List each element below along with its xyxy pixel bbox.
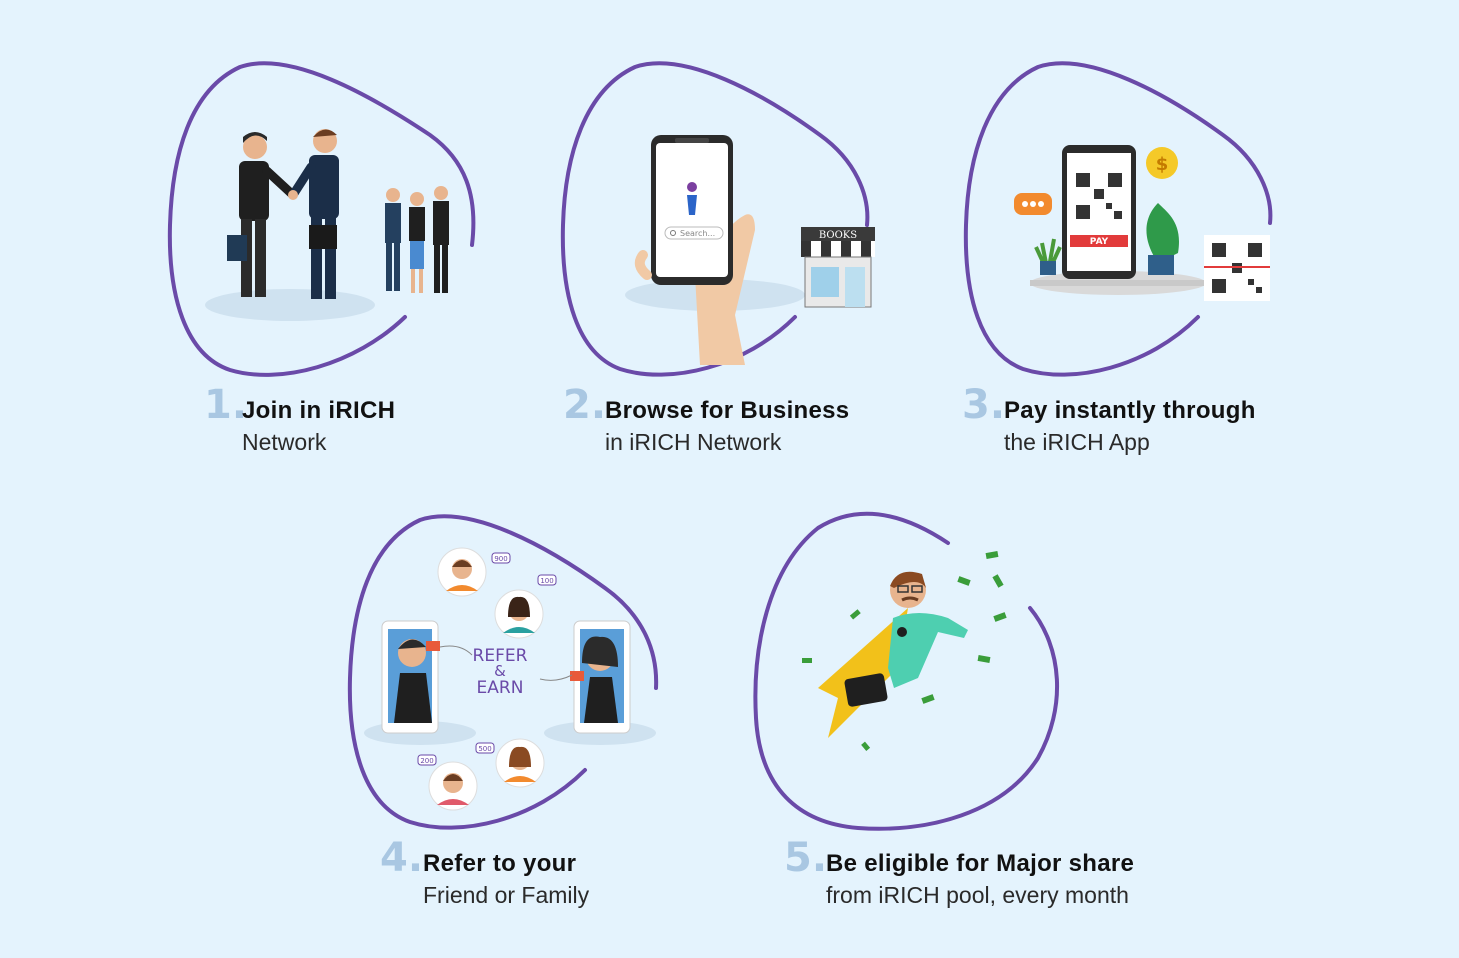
step-subtitle: the iRICH App (1004, 429, 1150, 455)
points-badge: 900 (494, 555, 507, 563)
step-subtitle: from iRICH pool, every month (826, 882, 1129, 908)
superhero-money-illustration (802, 551, 1007, 751)
step-title: Browse for Business (605, 397, 850, 424)
step-number: 4. (380, 835, 424, 881)
step-subtitle: Network (242, 429, 327, 455)
pay-label: PAY (1090, 237, 1109, 247)
points-badge: 200 (420, 757, 433, 765)
search-placeholder: Search... (680, 229, 715, 238)
step-number: 1. (204, 382, 248, 428)
points-badge: 500 (478, 745, 491, 753)
friend-avatar (437, 547, 487, 597)
step-1: 1. Join in iRICH Network (160, 55, 490, 475)
friend-avatar (494, 589, 544, 639)
refer-earn-illustration: REFER & EARN 900 100 200 500 (364, 547, 656, 811)
points-badge: 100 (540, 577, 553, 585)
step-title: Join in iRICH (242, 397, 396, 424)
step-subtitle: in iRICH Network (605, 429, 782, 455)
phone-search-illustration: Search... BOOKS (625, 135, 875, 365)
dollar-coin-icon: $ (1156, 154, 1169, 175)
step-number: 2. (563, 382, 607, 428)
step-subtitle: Friend or Family (423, 882, 590, 908)
step-4: REFER & EARN 900 100 200 500 4. Refer to… (340, 508, 670, 928)
step-2: Search... BOOKS 2. Browse for Business i… (555, 55, 885, 475)
handshake-illustration (205, 129, 449, 321)
step-title: Pay instantly through (1004, 397, 1256, 424)
step-5: 5. Be eligible for Major share from iRIC… (748, 508, 1168, 928)
step-number: 3. (962, 382, 1006, 428)
step-title: Refer to your (423, 850, 577, 877)
step-number: 5. (784, 835, 828, 881)
store-sign-text: BOOKS (819, 230, 857, 241)
step-3: PAY $ 3. Pay instantly through the iRICH… (958, 55, 1288, 475)
friend-avatar (495, 738, 545, 788)
earn-text: EARN (477, 678, 524, 698)
friend-avatar (428, 761, 478, 811)
qr-payment-illustration: PAY $ (1014, 145, 1270, 301)
step-title: Be eligible for Major share (826, 850, 1135, 877)
